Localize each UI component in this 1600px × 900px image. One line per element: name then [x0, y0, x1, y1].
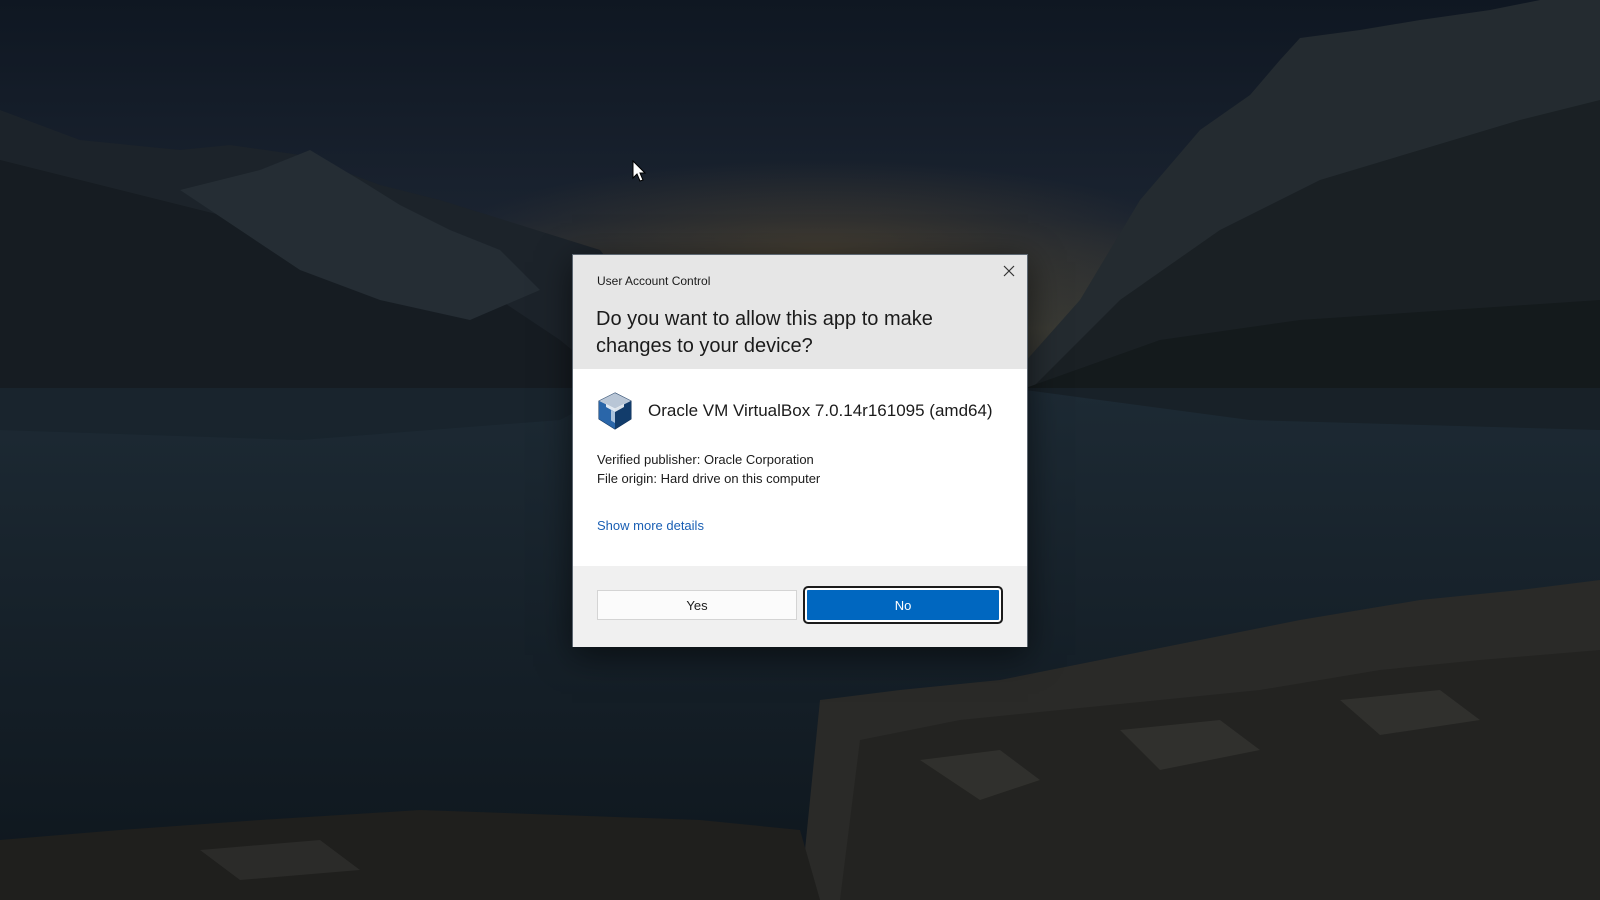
verified-publisher: Verified publisher: Oracle Corporation [597, 452, 814, 467]
no-button[interactable]: No [803, 586, 1003, 624]
dialog-question: Do you want to allow this app to make ch… [596, 308, 933, 357]
dialog-header: User Account Control Do you want to allo… [573, 255, 1027, 369]
yes-button[interactable]: Yes [597, 590, 797, 620]
show-more-details-link[interactable]: Show more details [597, 518, 704, 533]
close-icon [1003, 265, 1015, 277]
dialog-title: User Account Control [597, 274, 711, 288]
desktop: User Account Control Do you want to allo… [0, 0, 1600, 900]
dialog-footer: Yes No [573, 566, 1027, 647]
virtualbox-cube-icon [598, 392, 632, 430]
mouse-cursor-icon [632, 160, 647, 182]
app-info: Oracle VM VirtualBox 7.0.14r161095 (amd6… [597, 391, 1017, 431]
close-button[interactable] [997, 261, 1021, 281]
app-name: Oracle VM VirtualBox 7.0.14r161095 (amd6… [648, 401, 993, 420]
file-origin: File origin: Hard drive on this computer [597, 471, 821, 486]
uac-dialog: User Account Control Do you want to allo… [572, 254, 1028, 647]
